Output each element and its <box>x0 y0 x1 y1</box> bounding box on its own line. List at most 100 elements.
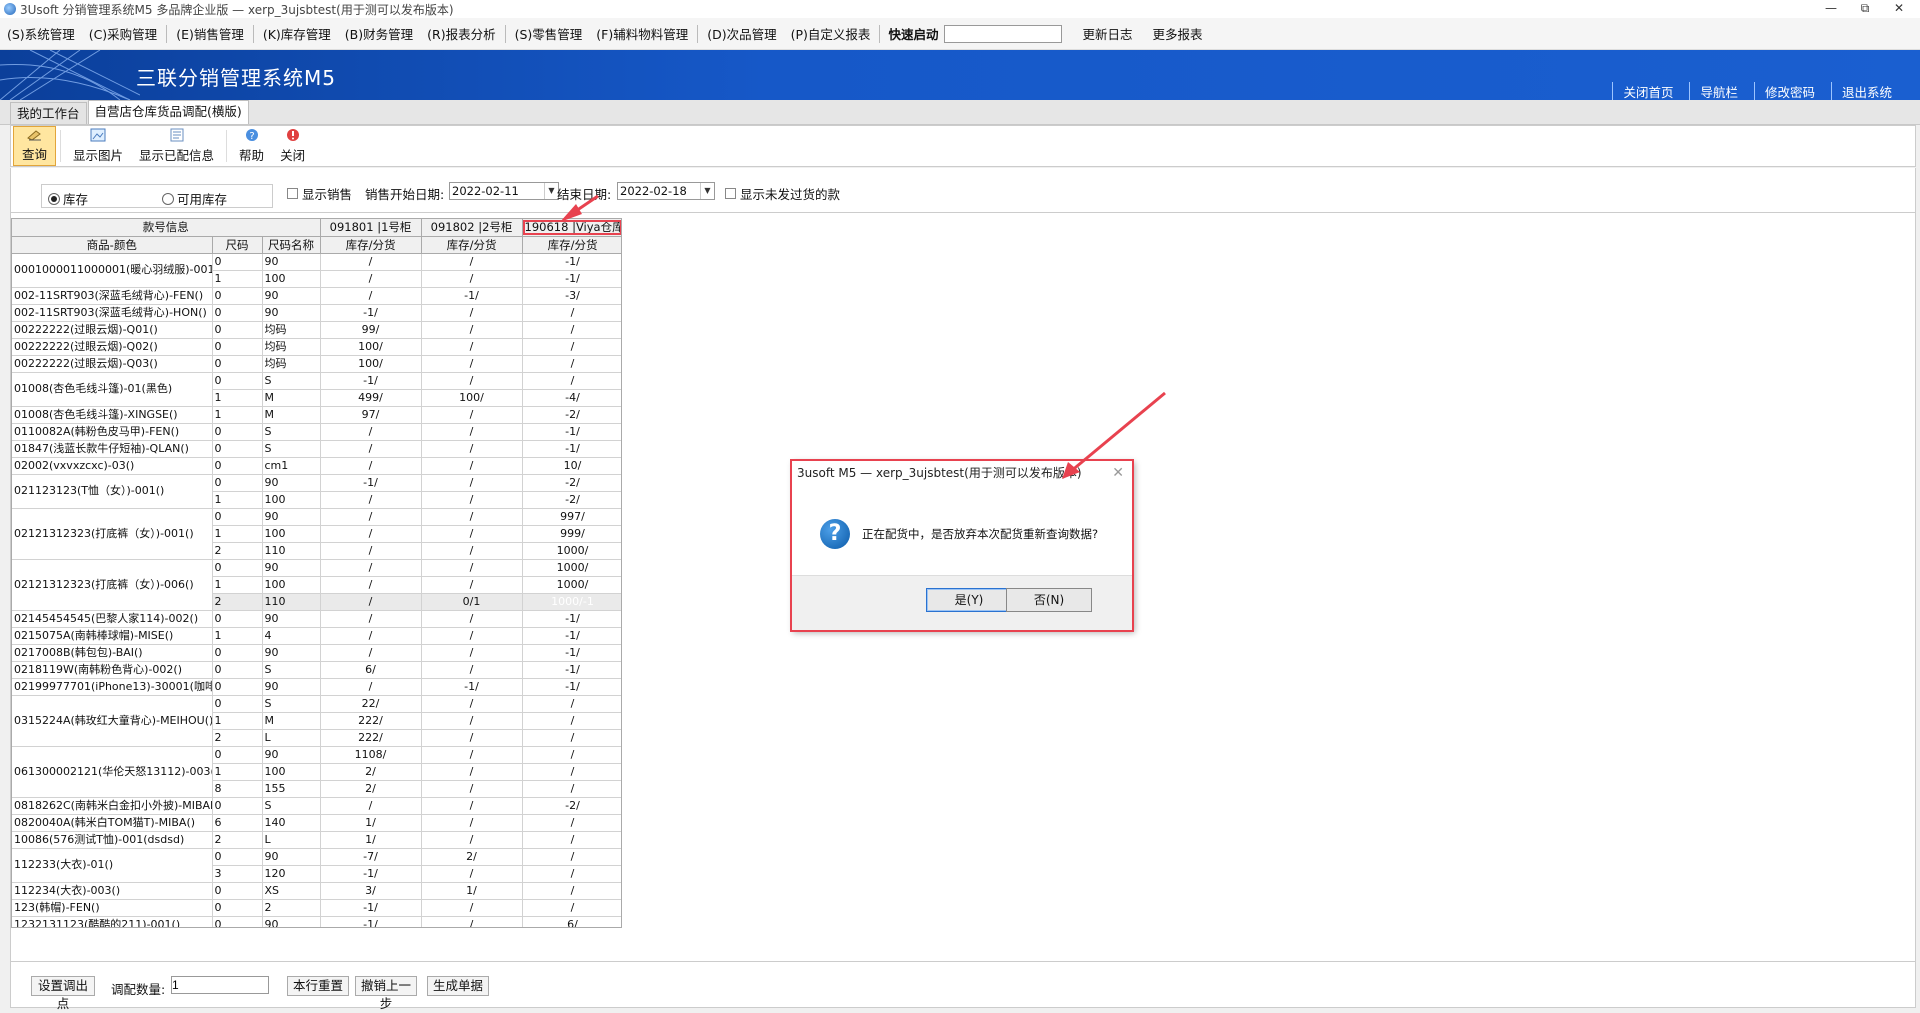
show-sales-checkbox[interactable]: 显示销售 <box>287 184 352 203</box>
cell-size-name[interactable]: 100 <box>262 525 321 543</box>
cell-size-name[interactable]: 100 <box>262 763 321 781</box>
cell-size[interactable]: 2 <box>212 593 263 611</box>
table-row[interactable]: 0001000011000001(暖心羽绒服)-001() 0 90// -1/ <box>12 253 621 288</box>
menu-defective[interactable]: (D)次品管理 <box>700 24 783 43</box>
cell-stock-3[interactable]: -1/ <box>522 440 621 458</box>
cell-size[interactable]: 2 <box>212 831 263 849</box>
cell-size[interactable]: 0 <box>212 797 263 815</box>
cell-stock-3[interactable]: / <box>522 304 621 322</box>
table-row[interactable]: 0315224A(韩玫红大童背心)-MEIHOU() 0 S 22// / <box>12 695 621 747</box>
cell-size[interactable]: 0 <box>212 559 263 577</box>
cell-stock-3[interactable]: -1/ <box>522 644 621 662</box>
cell-stock-2[interactable]: / <box>421 457 523 475</box>
table-row[interactable]: 10086(576测试T恤)-001(dsdsd) 2 L 1// / <box>12 831 621 849</box>
cell-stock-1[interactable]: 3/ <box>320 882 422 900</box>
cell-product-color[interactable]: 0315224A(韩玫红大童背心)-MEIHOU() <box>12 695 213 747</box>
cell-product-color[interactable]: 0218119W(南韩粉色背心)-002() <box>12 661 213 679</box>
cell-size[interactable]: 1 <box>212 270 263 288</box>
table-row[interactable]: 00222222(过眼云烟)-Q02() 0 均码 100// / <box>12 338 621 356</box>
menu-changelog[interactable]: 更新日志 <box>1072 24 1142 43</box>
cell-size-name[interactable]: 90 <box>262 559 321 577</box>
allocate-qty-input[interactable] <box>171 976 269 994</box>
cell-product-color[interactable]: 02121312323(打底裤（女）)-001() <box>12 508 213 560</box>
close-home-link[interactable]: 关闭首页 <box>1612 82 1689 100</box>
menu-reports[interactable]: (R)报表分析 <box>420 24 502 43</box>
cell-stock-3[interactable]: -4/ <box>522 389 621 407</box>
cell-stock-1[interactable]: 222/ <box>320 712 422 730</box>
cell-stock-1[interactable]: / <box>320 253 422 271</box>
menu-purchase[interactable]: (C)采购管理 <box>82 24 164 43</box>
cell-stock-1[interactable]: / <box>320 457 422 475</box>
cell-stock-2[interactable]: / <box>421 627 523 645</box>
cell-stock-1[interactable]: / <box>320 440 422 458</box>
cell-stock-1[interactable]: 2/ <box>320 780 422 798</box>
cell-stock-1[interactable]: / <box>320 491 422 509</box>
cell-product-color[interactable]: 021123123(T恤（女）)-001() <box>12 474 213 509</box>
cell-size[interactable]: 0 <box>212 644 263 662</box>
cell-stock-2[interactable]: / <box>421 338 523 356</box>
cell-stock-1[interactable]: 100/ <box>320 338 422 356</box>
col-header-stock-3[interactable]: 库存/分货 <box>522 236 621 254</box>
cell-size-name[interactable]: 90 <box>262 304 321 322</box>
cell-size-name[interactable]: 90 <box>262 508 321 526</box>
cell-size[interactable]: 0 <box>212 321 263 339</box>
cell-product-color[interactable]: 00222222(过眼云烟)-Q01() <box>12 321 213 339</box>
cell-size-name[interactable]: S <box>262 661 321 679</box>
help-button[interactable]: ? 帮助 <box>231 126 272 166</box>
cell-product-color[interactable]: 112234(大衣)-003() <box>12 882 213 900</box>
cell-size-name[interactable]: 90 <box>262 746 321 764</box>
table-row[interactable]: 01008(杏色毛线斗篷)-01(黑色) 0 S -1// / <box>12 372 621 407</box>
cell-product-color[interactable]: 02145454545(巴黎人家114)-002() <box>12 610 213 628</box>
cell-stock-2[interactable]: / <box>421 321 523 339</box>
change-password-link[interactable]: 修改密码 <box>1753 82 1831 100</box>
table-row[interactable]: 021123123(T恤（女）)-001() 0 90 -1// -2/ <box>12 474 621 509</box>
col-header-product-color[interactable]: 商品-颜色 <box>12 236 213 254</box>
cell-size-name[interactable]: 90 <box>262 287 321 305</box>
cell-stock-1[interactable]: 6/ <box>320 661 422 679</box>
cell-stock-2[interactable]: / <box>421 746 523 764</box>
cell-size[interactable]: 0 <box>212 423 263 441</box>
cell-size-name[interactable]: 90 <box>262 610 321 628</box>
cell-size[interactable]: 1 <box>212 406 263 424</box>
cell-stock-2[interactable]: / <box>421 814 523 832</box>
cell-stock-3[interactable]: / <box>522 865 621 883</box>
cell-size[interactable]: 0 <box>212 457 263 475</box>
cell-stock-3[interactable]: / <box>522 355 621 373</box>
cell-stock-1[interactable]: / <box>320 610 422 628</box>
cell-size[interactable]: 1 <box>212 576 263 594</box>
cell-product-color[interactable]: 01008(杏色毛线斗篷)-XINGSE() <box>12 406 213 424</box>
cell-size[interactable]: 0 <box>212 678 263 696</box>
table-row[interactable]: 112233(大衣)-01() 0 90 -7/2// <box>12 848 621 883</box>
cell-size[interactable]: 0 <box>212 338 263 356</box>
cell-size[interactable]: 6 <box>212 814 263 832</box>
table-row[interactable]: 123(韩帽)-FEN() 0 2 -1// / <box>12 899 621 917</box>
show-unshipped-checkbox[interactable]: 显示未发过货的款 <box>725 184 840 203</box>
cell-product-color[interactable]: 061300002121(华伦天怒13112)-003() <box>12 746 213 798</box>
cell-product-color[interactable]: 0818262C(南韩米白金扣小外披)-MIBAI() <box>12 797 213 815</box>
cell-product-color[interactable]: 01008(杏色毛线斗篷)-01(黑色) <box>12 372 213 407</box>
cell-stock-3[interactable]: 6/ <box>522 916 621 927</box>
cell-stock-1[interactable]: 2/ <box>320 763 422 781</box>
cell-stock-3[interactable]: / <box>522 763 621 781</box>
set-out-point-button[interactable]: 设置调出点 <box>31 976 95 1011</box>
cell-size[interactable]: 8 <box>212 780 263 798</box>
menu-custom-report[interactable]: (P)自定义报表 <box>784 24 878 43</box>
cell-stock-3[interactable]: -2/ <box>522 406 621 424</box>
cell-size-name[interactable]: 155 <box>262 780 321 798</box>
cell-stock-1[interactable]: 1108/ <box>320 746 422 764</box>
cell-stock-1[interactable]: -1/ <box>320 916 422 927</box>
cell-stock-1[interactable]: 1/ <box>320 831 422 849</box>
cell-size[interactable]: 0 <box>212 253 263 271</box>
cell-stock-2[interactable]: / <box>421 423 523 441</box>
cell-product-color[interactable]: 0820040A(韩米白TOM猫T)-MIBA() <box>12 814 213 832</box>
cell-size[interactable]: 0 <box>212 372 263 390</box>
cell-stock-1[interactable]: -1/ <box>320 372 422 390</box>
end-date-input[interactable]: 2022-02-18 ▼ <box>617 182 715 200</box>
cell-product-color[interactable]: 00222222(过眼云烟)-Q03() <box>12 355 213 373</box>
cell-size-name[interactable]: S <box>262 372 321 390</box>
minimize-button[interactable]: — <box>1820 1 1842 16</box>
cell-stock-3[interactable]: 1000/-1 <box>522 593 621 611</box>
cell-product-color[interactable]: 002-11SRT903(深蓝毛绒背心)-FEN() <box>12 287 213 305</box>
cell-size-name[interactable]: 4 <box>262 627 321 645</box>
cell-stock-2[interactable]: 100/ <box>421 389 523 407</box>
